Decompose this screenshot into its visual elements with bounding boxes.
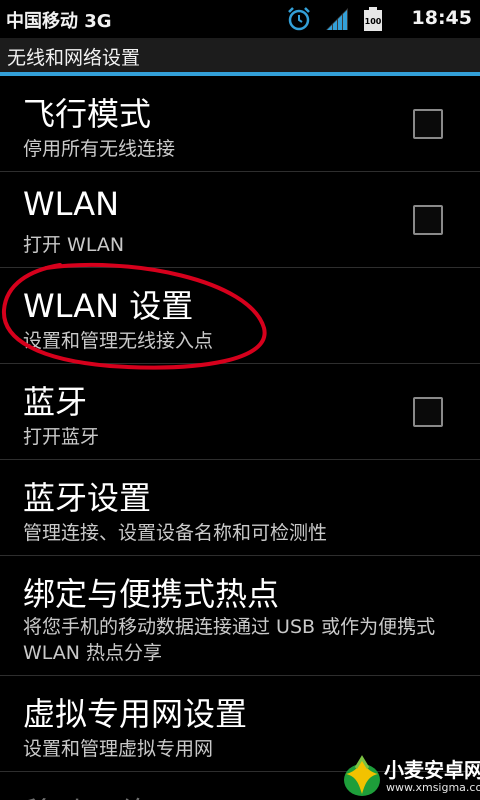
wlan-title: WLAN [23, 185, 120, 223]
tethering-hotspot-title: 绑定与便携式热点 [23, 575, 280, 613]
tethering-hotspot-item[interactable]: 绑定与便携式热点 将您手机的移动数据连接通过 USB 或作为便携式 WLAN 热… [0, 556, 480, 676]
battery-level: 100 [365, 17, 382, 26]
wlan-settings-item[interactable]: WLAN 设置 设置和管理无线接入点 [0, 268, 480, 364]
tethering-hotspot-summary: 将您手机的移动数据连接通过 USB 或作为便携式 WLAN 热点分享 [23, 616, 436, 664]
bluetooth-settings-summary: 管理连接、设置设备名称和可检测性 [23, 522, 328, 544]
signal-icon [326, 8, 348, 30]
airplane-mode-checkbox[interactable] [413, 109, 443, 139]
watermark: 小麦安卓网 www.xmsigma.com [342, 754, 480, 798]
watermark-url: www.xmsigma.com [386, 781, 480, 794]
watermark-title: 小麦安卓网 [384, 758, 480, 782]
status-bar: 中国移动 3G 100 18:45 [0, 0, 480, 38]
title-bar: 无线和网络设置 [0, 38, 480, 76]
bluetooth-title: 蓝牙 [23, 383, 88, 421]
alarm-icon [288, 7, 310, 31]
vpn-settings-summary: 设置和管理虚拟专用网 [23, 738, 214, 760]
carrier-label: 中国移动 3G [6, 11, 112, 32]
battery-icon: 100 [364, 7, 382, 31]
wlan-checkbox[interactable] [413, 205, 443, 235]
watermark-logo [344, 755, 380, 796]
bluetooth-settings-item[interactable]: 蓝牙设置 管理连接、设置设备名称和可检测性 [0, 460, 480, 556]
bluetooth-item[interactable]: 蓝牙 打开蓝牙 [0, 364, 480, 460]
page-title: 无线和网络设置 [7, 47, 141, 69]
airplane-mode-summary: 停用所有无线连接 [23, 138, 176, 160]
airplane-mode-item[interactable]: 飞行模式 停用所有无线连接 [0, 76, 480, 172]
clock: 18:45 [411, 7, 472, 29]
wlan-summary: 打开 WLAN [23, 234, 125, 256]
wlan-settings-summary: 设置和管理无线接入点 [23, 330, 214, 352]
wlan-item[interactable]: WLAN 打开 WLAN [0, 172, 480, 268]
wlan-settings-title: WLAN 设置 [23, 287, 194, 325]
mobile-network-item-partial[interactable]: 移动网络 [23, 789, 151, 800]
bluetooth-checkbox[interactable] [413, 397, 443, 427]
vpn-settings-title: 虚拟专用网设置 [23, 695, 248, 733]
airplane-mode-title: 飞行模式 [23, 95, 152, 133]
bluetooth-summary: 打开蓝牙 [23, 426, 100, 448]
bluetooth-settings-title: 蓝牙设置 [23, 479, 152, 517]
status-icons: 100 [286, 6, 384, 32]
settings-list: 飞行模式 停用所有无线连接 WLAN 打开 WLAN WLAN 设置 设置和管理… [0, 76, 480, 772]
